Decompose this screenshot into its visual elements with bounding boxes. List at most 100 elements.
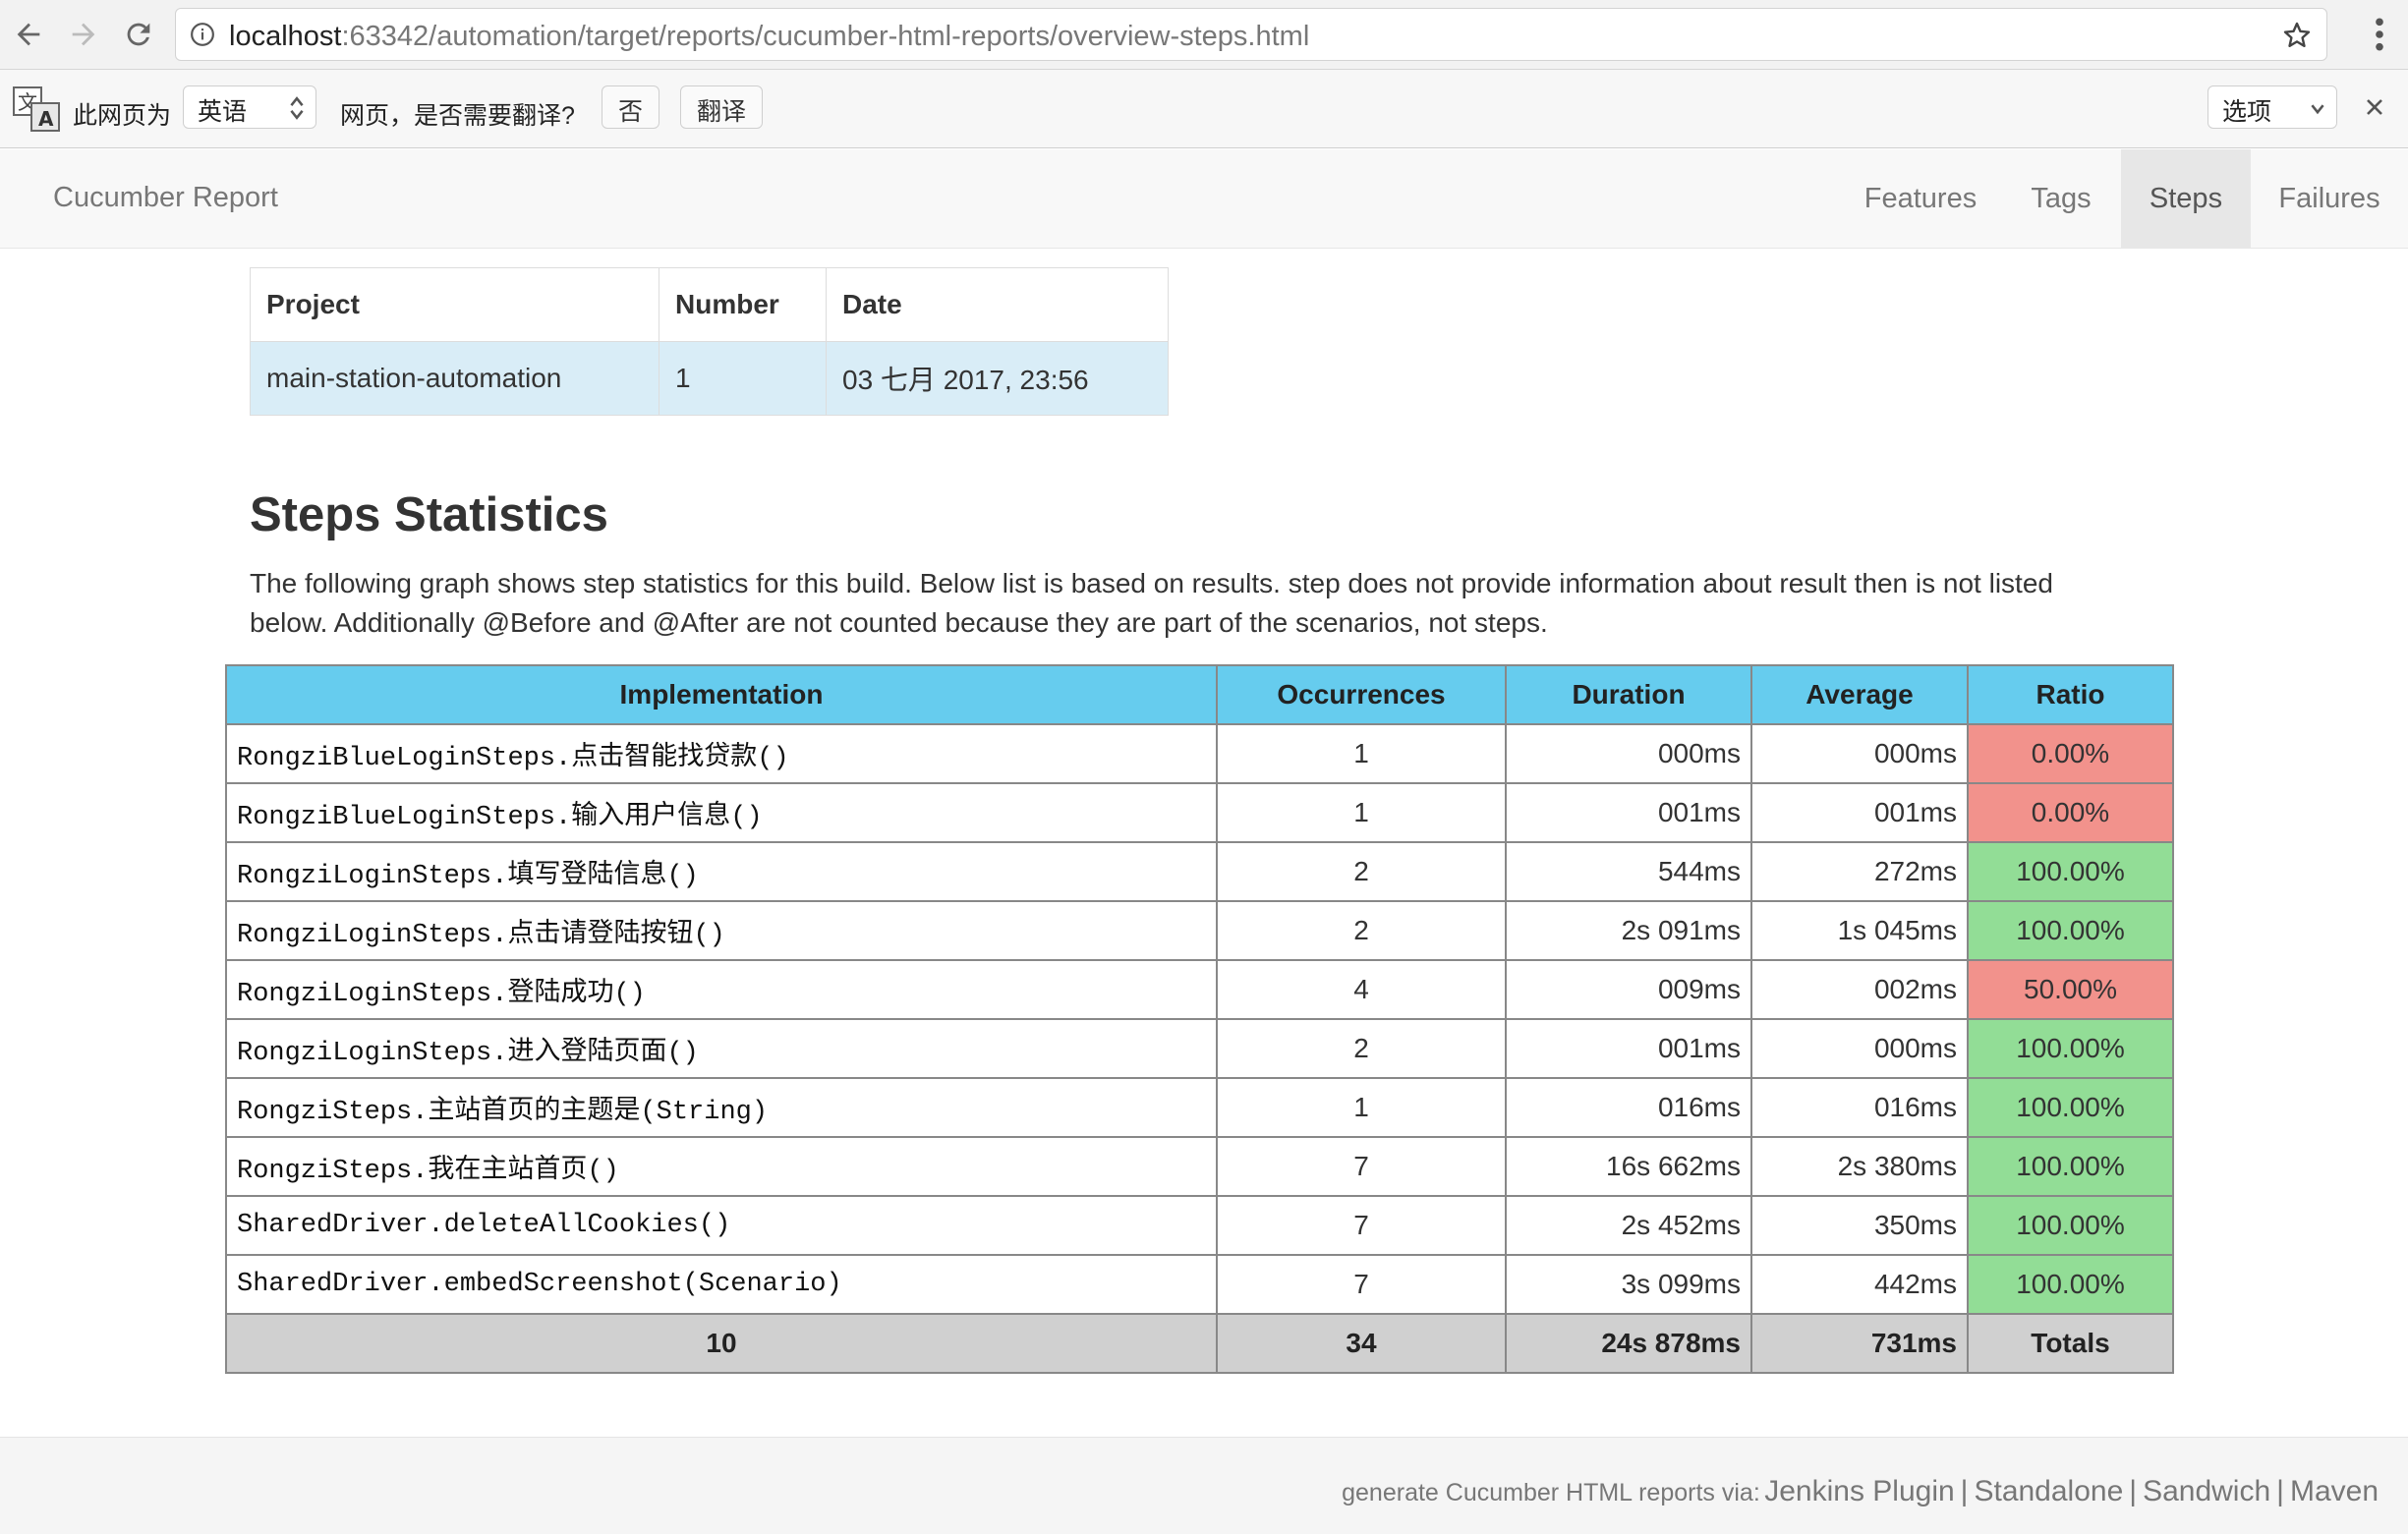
translate-icon: 文 A — [13, 86, 60, 132]
close-icon[interactable] — [2363, 95, 2386, 119]
step-duration: 16s 662ms — [1505, 1136, 1752, 1197]
step-implementation[interactable]: SharedDriver.deleteAllCookies() — [225, 1195, 1218, 1256]
step-average: 2s 380ms — [1750, 1136, 1969, 1197]
project-name: main-station-automation — [250, 341, 659, 416]
step-ratio: 100.00% — [1967, 1136, 2174, 1197]
step-ratio: 100.00% — [1967, 900, 2174, 961]
build-info-header-row: Project Number Date — [250, 267, 1169, 342]
translate-prefix: 此网页为 — [73, 102, 172, 130]
no-translate-button[interactable]: 否 — [602, 85, 660, 129]
step-duration: 001ms — [1505, 1018, 1752, 1079]
step-occurrences: 2 — [1216, 841, 1507, 902]
steps-stats-table: Implementation Occurrences Duration Aver… — [225, 664, 2174, 1374]
header-occurrences[interactable]: Occurrences — [1216, 664, 1507, 725]
step-ratio: 100.00% — [1967, 1077, 2174, 1138]
reload-icon — [127, 23, 150, 46]
svg-text:A: A — [38, 107, 54, 131]
step-duration: 544ms — [1505, 841, 1752, 902]
nav-failures[interactable]: Failures — [2251, 149, 2408, 248]
browser-menu-icon[interactable] — [2375, 16, 2384, 53]
nav-features[interactable]: Features — [1840, 149, 2001, 248]
table-row: RongziLoginSteps.进入登陆页面() 2 001ms 000ms 100.… — [225, 1018, 2174, 1079]
footer-separator: | — [2276, 1475, 2284, 1507]
reload-button[interactable] — [114, 10, 163, 59]
language-select[interactable]: 英语 — [183, 85, 316, 129]
build-info-row: main-station-automation 1 03 七月 2017, 23… — [250, 341, 1169, 416]
step-occurrences: 2 — [1216, 1018, 1507, 1079]
step-duration: 3s 099ms — [1505, 1254, 1752, 1315]
header-duration[interactable]: Duration — [1505, 664, 1752, 725]
chevron-down-icon — [2311, 104, 2324, 115]
table-row: RongziBlueLoginSteps.点击智能找贷款() 1 000ms 000m… — [225, 723, 2174, 784]
totals-average: 731ms — [1750, 1313, 1969, 1374]
step-average: 442ms — [1750, 1254, 1969, 1315]
step-average: 000ms — [1750, 1018, 1969, 1079]
step-duration: 000ms — [1505, 723, 1752, 784]
footer: generate Cucumber HTML reports via: Jenk… — [0, 1437, 2408, 1534]
header-average[interactable]: Average — [1750, 664, 1969, 725]
step-average: 350ms — [1750, 1195, 1969, 1256]
header-date: Date — [826, 267, 1169, 342]
stats-header-row: Implementation Occurrences Duration Aver… — [225, 664, 2174, 725]
totals-steps: 10 — [225, 1313, 1218, 1374]
header-project: Project — [250, 267, 659, 342]
table-row: RongziLoginSteps.点击请登陆按钮() 2 2s 091ms 1s 04… — [225, 900, 2174, 961]
step-occurrences: 7 — [1216, 1254, 1507, 1315]
header-number: Number — [659, 267, 827, 342]
build-info-table: Project Number Date main-station-automat… — [250, 267, 1169, 416]
footer-link-maven[interactable]: Maven — [2290, 1475, 2379, 1507]
report-navbar: Cucumber Report Features Tags Steps Fail… — [0, 149, 2408, 249]
table-row: RongziSteps.我在主站首页() 7 16s 662ms 2s 380ms 10… — [225, 1136, 2174, 1197]
step-ratio: 100.00% — [1967, 1195, 2174, 1256]
nav-tags[interactable]: Tags — [2001, 149, 2121, 248]
step-occurrences: 2 — [1216, 900, 1507, 961]
back-arrow-icon — [17, 23, 40, 46]
forward-button[interactable] — [59, 10, 108, 59]
step-duration: 2s 091ms — [1505, 900, 1752, 961]
address-bar[interactable]: localhost:63342/automation/target/report… — [175, 8, 2327, 61]
header-ratio[interactable]: Ratio — [1967, 664, 2174, 725]
totals-label: Totals — [1967, 1313, 2174, 1374]
header-implementation[interactable]: Implementation — [225, 664, 1218, 725]
step-ratio: 50.00% — [1967, 959, 2174, 1020]
table-row: RongziSteps.主站首页的主题是(String) 1 016ms 016ms 1… — [225, 1077, 2174, 1138]
step-implementation[interactable]: RongziSteps.主站首页的主题是(String) — [225, 1077, 1218, 1138]
table-row: RongziLoginSteps.登陆成功() 4 009ms 002ms 50.00% — [225, 959, 2174, 1020]
footer-link-standalone[interactable]: Standalone — [1974, 1475, 2123, 1507]
step-implementation[interactable]: RongziLoginSteps.点击请登陆按钮() — [225, 900, 1218, 961]
url-text: localhost:63342/automation/target/report… — [229, 21, 1309, 53]
translate-button[interactable]: 翻译 — [680, 85, 764, 129]
step-average: 000ms — [1750, 723, 1969, 784]
step-ratio: 0.00% — [1967, 723, 2174, 784]
step-occurrences: 1 — [1216, 1077, 1507, 1138]
options-select-label: 选项 — [2222, 98, 2272, 126]
step-implementation[interactable]: RongziSteps.我在主站首页() — [225, 1136, 1218, 1197]
step-average: 272ms — [1750, 841, 1969, 902]
footer-link-sandwich[interactable]: Sandwich — [2143, 1475, 2270, 1507]
nav-steps[interactable]: Steps — [2121, 149, 2251, 248]
options-select[interactable]: 选项 — [2207, 85, 2337, 129]
step-implementation[interactable]: SharedDriver.embedScreenshot(Scenario) — [225, 1254, 1218, 1315]
step-average: 002ms — [1750, 959, 1969, 1020]
url-host: localhost — [229, 21, 342, 52]
step-implementation[interactable]: RongziLoginSteps.登陆成功() — [225, 959, 1218, 1020]
bookmark-star-icon[interactable] — [2281, 20, 2313, 51]
footer-link-jenkins[interactable]: Jenkins Plugin — [1764, 1475, 1954, 1507]
totals-duration: 24s 878ms — [1505, 1313, 1752, 1374]
info-icon[interactable] — [190, 22, 215, 47]
step-average: 016ms — [1750, 1077, 1969, 1138]
step-implementation[interactable]: RongziLoginSteps.进入登陆页面() — [225, 1018, 1218, 1079]
footer-content: generate Cucumber HTML reports via: Jenk… — [1342, 1475, 2379, 1508]
step-implementation[interactable]: RongziLoginSteps.填写登陆信息() — [225, 841, 1218, 902]
step-implementation[interactable]: RongziBlueLoginSteps.输入用户信息() — [225, 782, 1218, 843]
brand-link[interactable]: Cucumber Report — [53, 182, 278, 214]
step-duration: 009ms — [1505, 959, 1752, 1020]
step-ratio: 100.00% — [1967, 1254, 2174, 1315]
step-implementation[interactable]: RongziBlueLoginSteps.点击智能找贷款() — [225, 723, 1218, 784]
footer-lead: generate Cucumber HTML reports via: — [1342, 1479, 1760, 1506]
step-duration: 016ms — [1505, 1077, 1752, 1138]
step-occurrences: 7 — [1216, 1136, 1507, 1197]
back-button[interactable] — [4, 10, 53, 59]
page-title: Steps Statistics — [250, 488, 608, 541]
step-duration: 001ms — [1505, 782, 1752, 843]
